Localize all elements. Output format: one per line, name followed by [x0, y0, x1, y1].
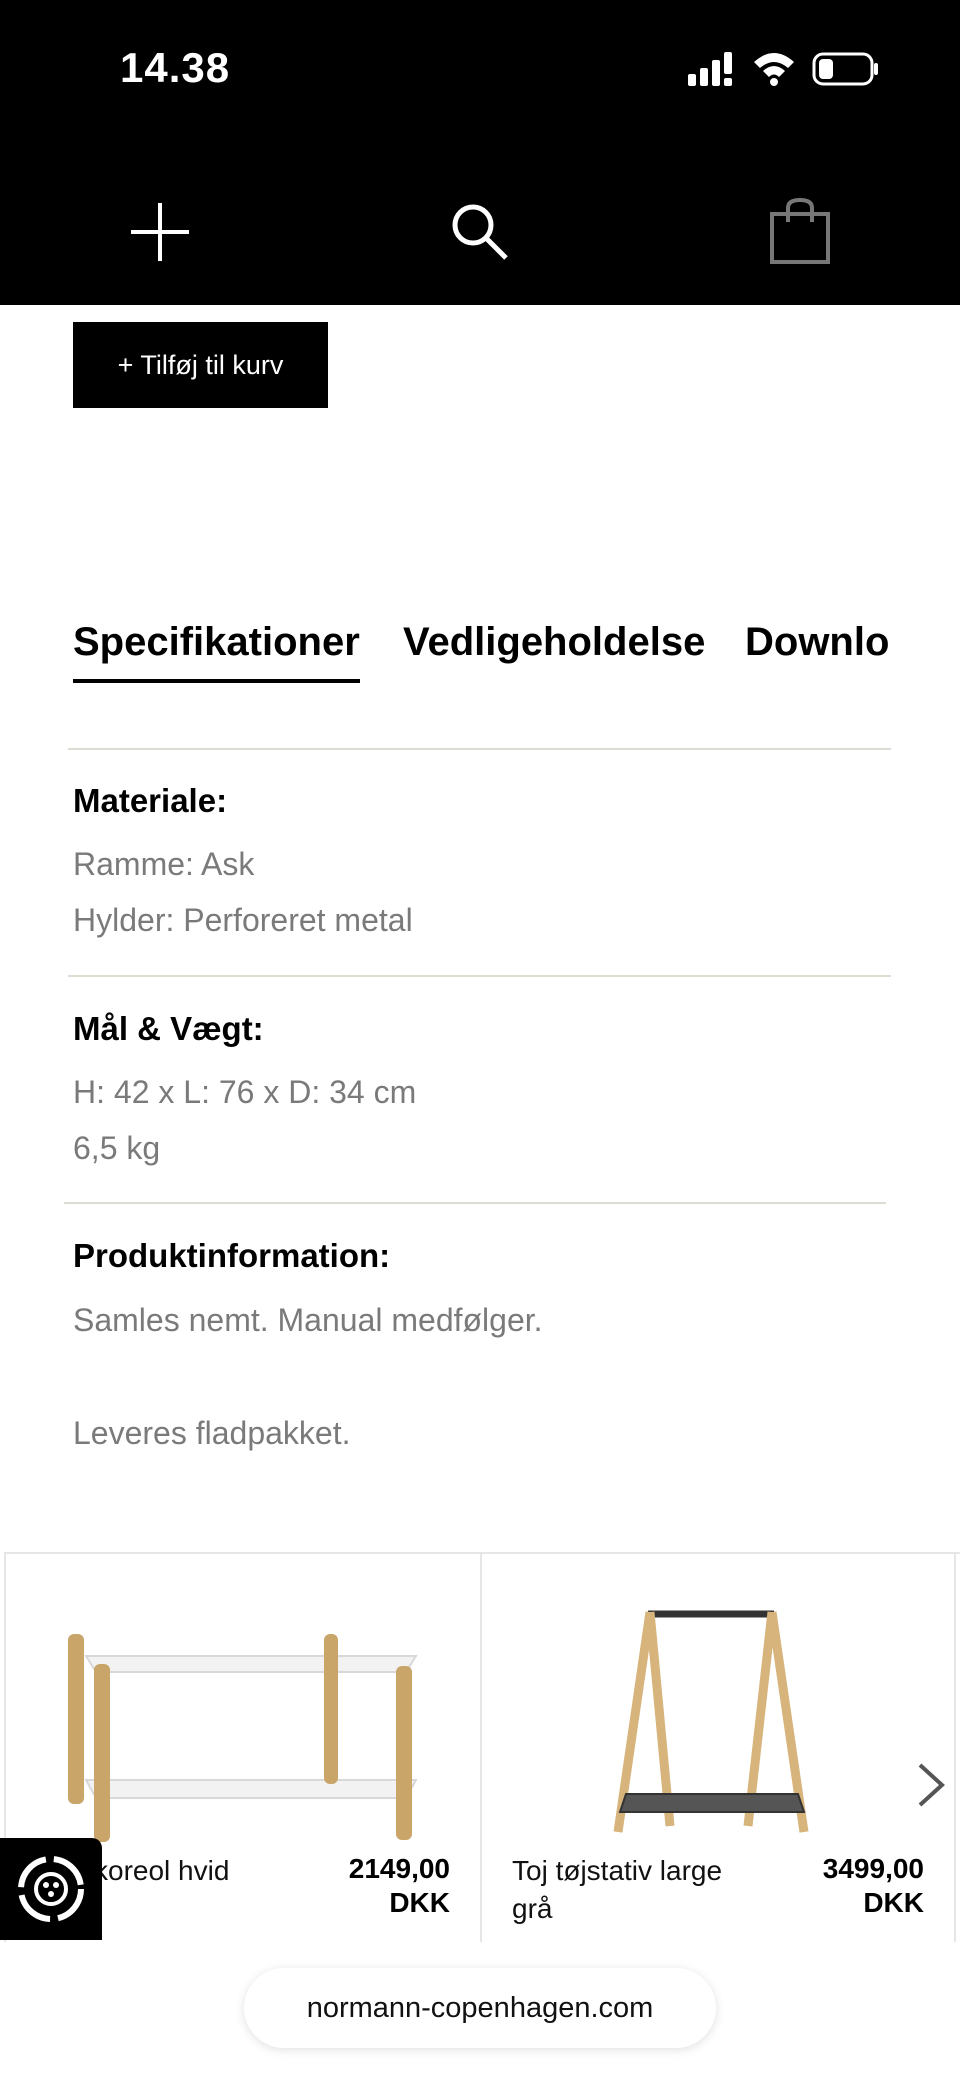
product-price: 2149,00 DKK — [349, 1852, 450, 1920]
accessibility-icon — [18, 1856, 84, 1922]
product-info-line-delivery: Leveres fladpakket. — [73, 1415, 351, 1451]
product-price: 3499,00 DKK — [823, 1852, 924, 1920]
wifi-icon — [754, 53, 794, 86]
add-to-cart-button[interactable]: + Tilføj til kurv — [73, 322, 328, 408]
price-value: 2149,00 — [348, 1853, 450, 1884]
price-currency: DKK — [863, 1887, 924, 1918]
product-info-line-assembly: Samles nemt. Manual medfølger. — [73, 1302, 543, 1338]
top-bar: 14.38 — [0, 0, 960, 305]
divider — [68, 748, 891, 750]
menu-button[interactable] — [120, 192, 200, 272]
menu-icon — [131, 203, 189, 261]
price-value: 3499,00 — [822, 1853, 924, 1884]
material-title: Materiale: — [73, 782, 228, 819]
product-info-title: Produktinformation: — [73, 1237, 391, 1274]
product-tabs: Specifikationer Vedligeholdelse Downlo — [73, 620, 888, 692]
tab-downloads[interactable]: Downlo — [745, 620, 888, 679]
tab-care[interactable]: Vedligeholdelse — [403, 620, 705, 679]
product-card[interactable]: Toj tøjstativ large grå 3499,00 DKK — [480, 1554, 956, 1942]
shopping-bag-icon — [770, 198, 830, 264]
dimensions-title: Mål & Vægt: — [73, 1010, 264, 1047]
cart-button[interactable] — [760, 192, 840, 272]
product-image-clothes-rack — [613, 1610, 809, 1833]
product-name: Toj tøjstativ large grå — [512, 1855, 723, 1924]
status-time: 14.38 — [120, 44, 231, 91]
accessibility-button[interactable] — [0, 1838, 102, 1940]
price-currency: DKK — [389, 1887, 450, 1918]
divider — [68, 975, 891, 977]
dimensions-line-weight: 6,5 kg — [73, 1130, 161, 1166]
product-image-shoe-rack — [68, 1634, 418, 1842]
signal-icon — [688, 52, 732, 86]
material-line-shelves: Hylder: Perforeret metal — [73, 902, 413, 938]
material-line-frame: Ramme: Ask — [73, 846, 255, 882]
divider — [64, 1202, 886, 1204]
dimensions-line-size: H: 42 x L: 76 x D: 34 cm — [73, 1074, 417, 1110]
browser-url-bar[interactable]: normann-copenhagen.com — [244, 1968, 716, 2048]
search-icon — [452, 204, 508, 260]
chevron-right-icon[interactable] — [910, 1760, 950, 1810]
tab-specifications[interactable]: Specifikationer — [73, 620, 360, 683]
product-name: koreol hvid — [94, 1855, 230, 1886]
battery-icon — [812, 52, 878, 86]
related-products-carousel: koreol hvid 2149,00 DKK Toj tøjstativ la… — [4, 1552, 960, 1942]
search-button[interactable] — [440, 192, 520, 272]
